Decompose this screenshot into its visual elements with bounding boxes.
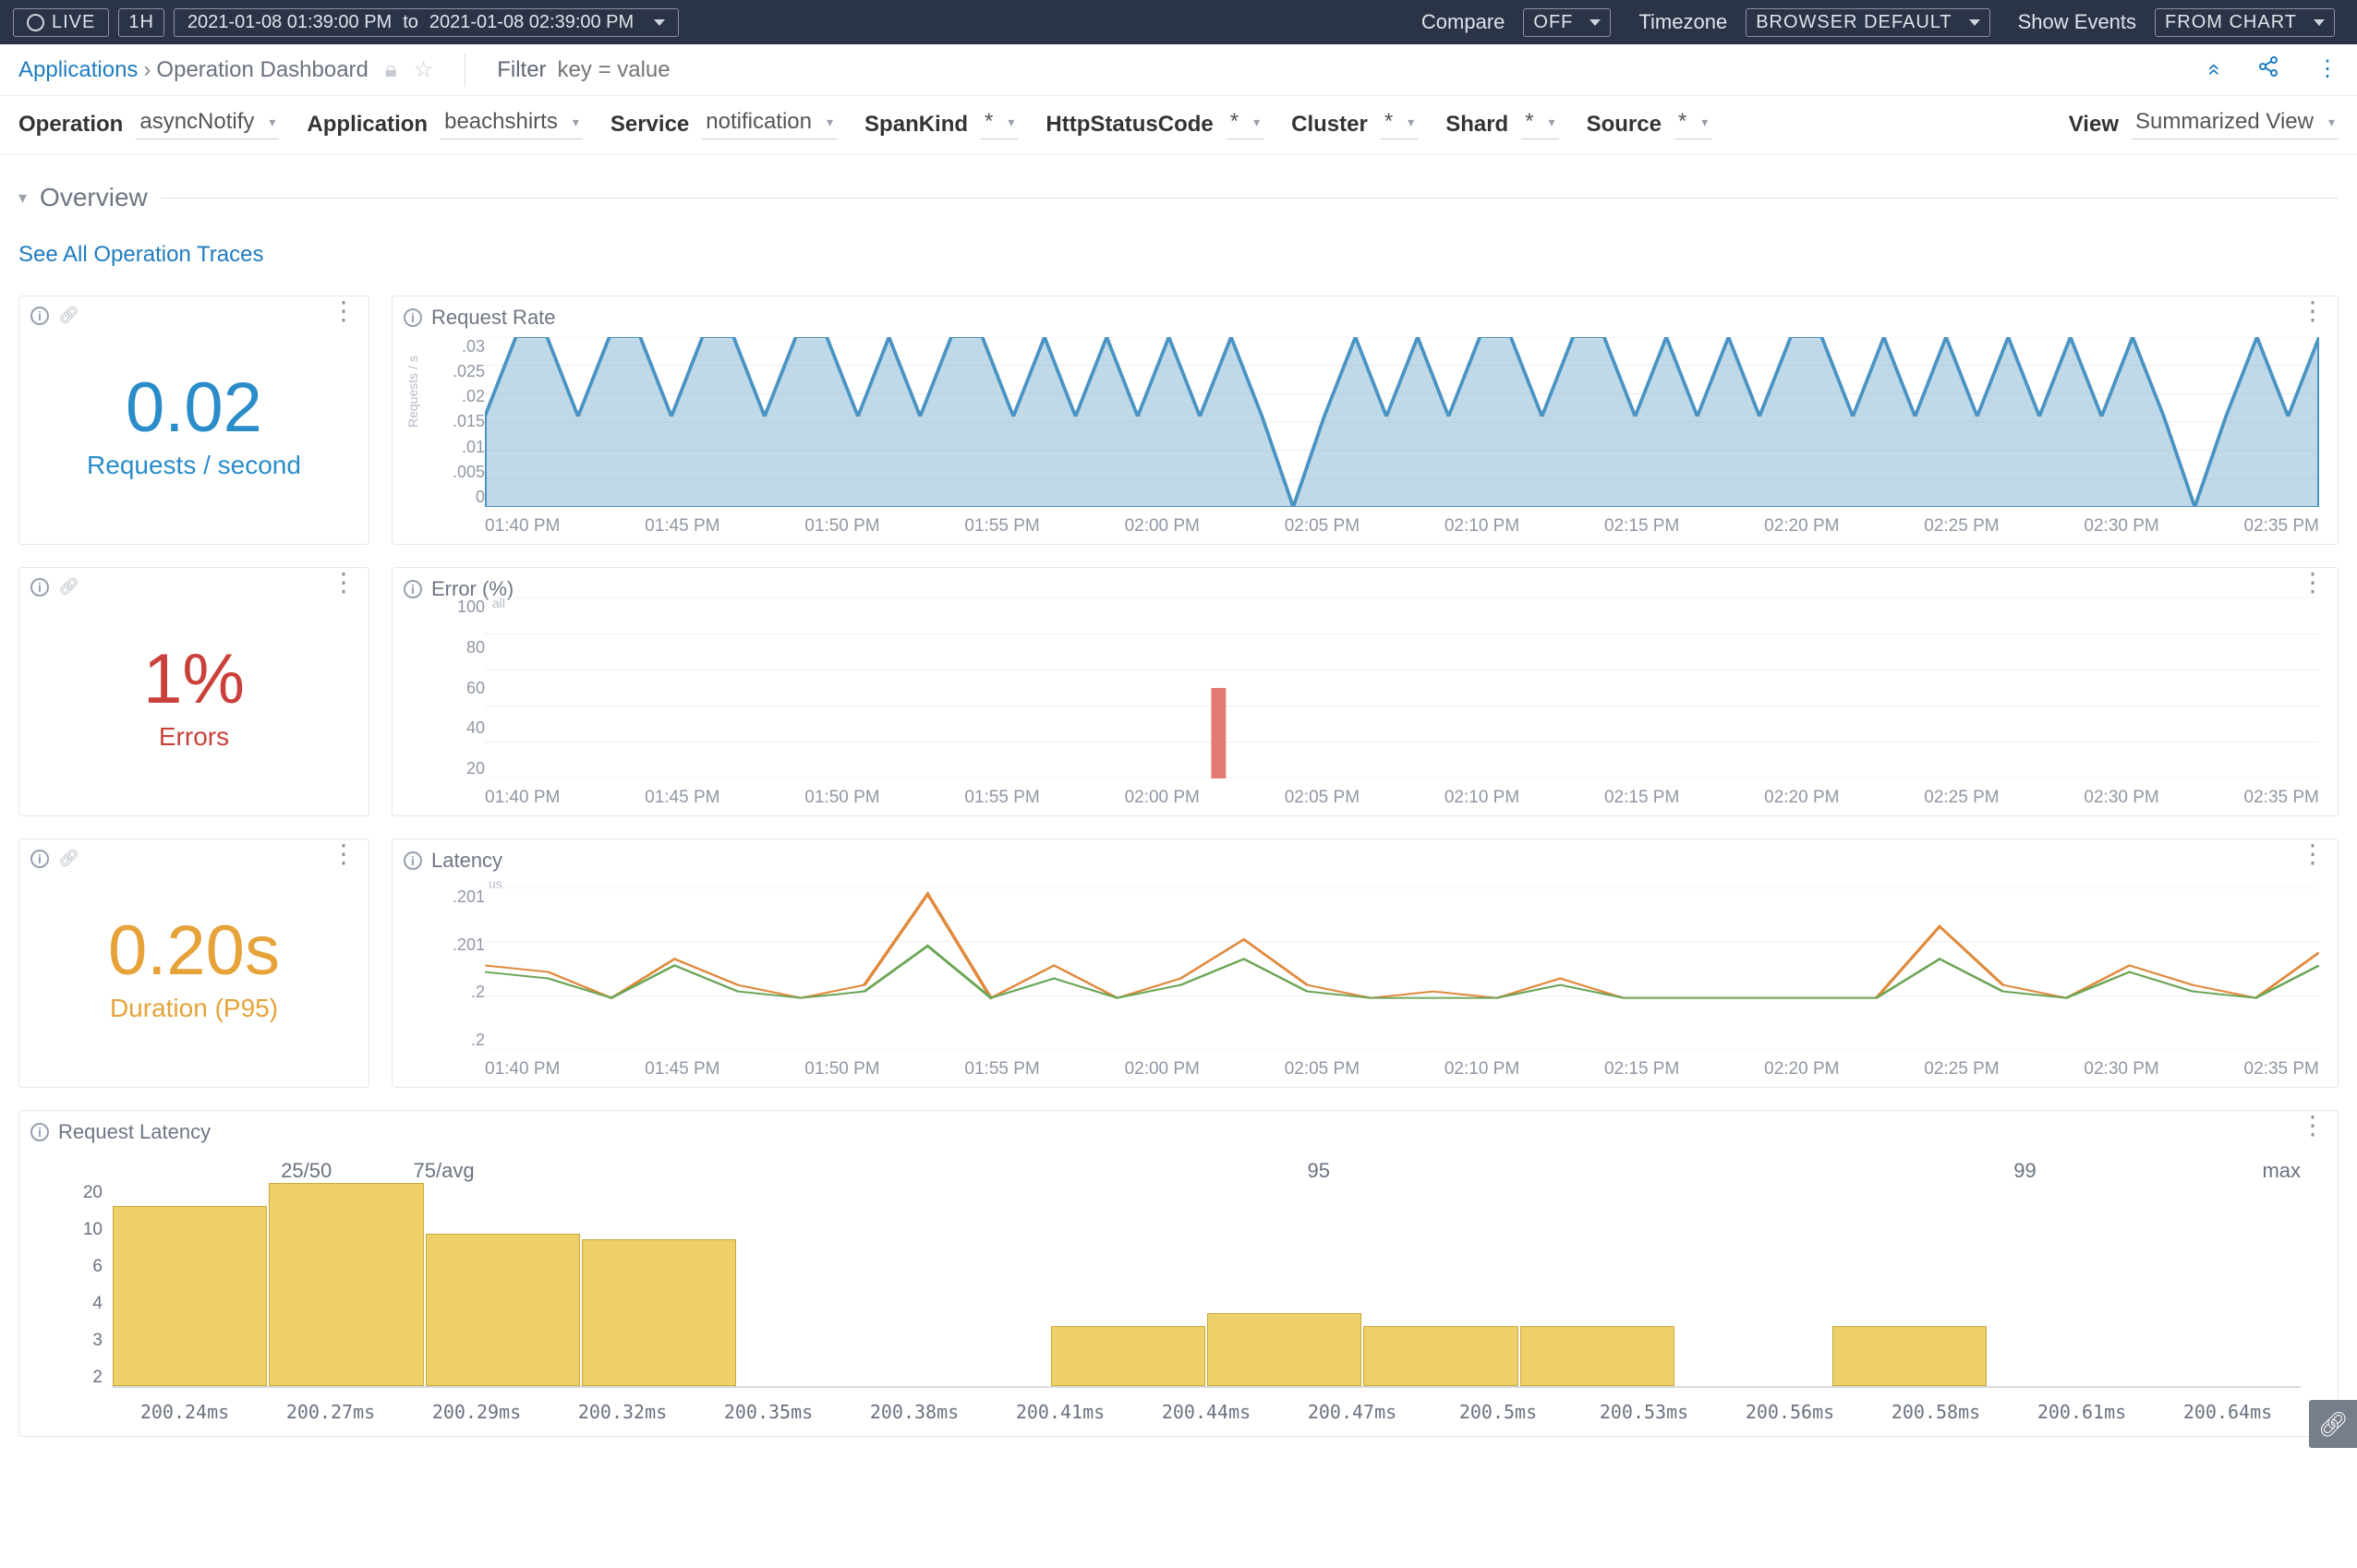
info-icon[interactable]: i: [30, 850, 49, 868]
card-menu-icon[interactable]: ⋮: [331, 306, 356, 317]
sel-operation[interactable]: OperationasyncNotify▾: [18, 109, 279, 139]
share-icon[interactable]: [2257, 55, 2279, 84]
card-menu-icon[interactable]: ⋮: [2300, 849, 2325, 860]
range-select[interactable]: 1H: [118, 8, 164, 37]
info-icon[interactable]: i: [30, 307, 49, 325]
filter-input[interactable]: [558, 57, 927, 83]
card-menu-icon[interactable]: ⋮: [331, 849, 356, 860]
histogram-bars: [112, 1183, 2301, 1388]
chevron-down-icon: ▾: [1253, 115, 1260, 130]
timezone-label: Timezone: [1638, 10, 1727, 34]
breadcrumb-applications[interactable]: Applications: [18, 57, 138, 83]
info-icon[interactable]: i: [404, 851, 422, 870]
stat-requests: i 🔗︎ ⋮ 0.02 Requests / second: [18, 296, 369, 545]
info-icon[interactable]: i: [404, 308, 422, 327]
chart-canvas: [485, 597, 2319, 778]
y-axis-label: Requests / s: [405, 356, 420, 428]
events-label: Show Events: [2018, 10, 2136, 34]
info-icon[interactable]: i: [404, 580, 422, 598]
stat-latency-label: Duration (P95): [110, 994, 278, 1023]
chevron-down-icon: ▾: [1549, 115, 1555, 130]
sel-application[interactable]: Applicationbeachshirts▾: [307, 109, 582, 139]
chart-canvas: [485, 337, 2319, 507]
x-axis: 01:40 PM01:45 PM01:50 PM01:55 PM02:00 PM…: [485, 788, 2319, 808]
filter-label: Filter: [497, 57, 546, 83]
sel-source[interactable]: Source*▾: [1587, 109, 1712, 139]
record-icon: [27, 14, 44, 31]
time-range-picker[interactable]: 2021-01-08 01:39:00 PM to 2021-01-08 02:…: [174, 8, 679, 37]
x-axis: 01:40 PM01:45 PM01:50 PM01:55 PM02:00 PM…: [485, 1059, 2319, 1080]
lock-icon: 🔒︎: [385, 57, 397, 83]
star-icon[interactable]: ☆: [414, 56, 434, 83]
time-from: 2021-01-08 01:39:00 PM: [187, 12, 392, 33]
section-title: Overview: [40, 183, 148, 212]
link-icon[interactable]: 🔗︎: [58, 306, 79, 325]
chevron-down-icon: ▾: [1008, 115, 1014, 130]
stat-latency-value: 0.20s: [108, 916, 280, 986]
y-axis: .03.025.02.015.01.0050: [433, 337, 485, 507]
section-overview: ▾ Overview: [0, 155, 2357, 220]
sel-view[interactable]: ViewSummarized View▾: [2069, 109, 2339, 139]
y-axis: 10080604020: [433, 597, 485, 778]
chart-title: Request Rate: [431, 306, 556, 330]
breadcrumb-page: Operation Dashboard: [156, 57, 368, 83]
link-icon[interactable]: 🔗︎: [58, 849, 79, 868]
collapse-up-icon[interactable]: »: [2200, 64, 2229, 76]
chart-errors: iError (%) ⋮ all 10080604020 01:40 PM01:…: [392, 567, 2339, 816]
time-to-word: to: [403, 12, 418, 33]
more-menu-icon[interactable]: ⋮: [2316, 55, 2339, 84]
compare-select[interactable]: OFF: [1523, 8, 1611, 37]
stat-latency: i 🔗︎ ⋮ 0.20s Duration (P95): [18, 838, 369, 1088]
link-icon[interactable]: 🔗︎: [58, 577, 79, 597]
sel-cluster[interactable]: Cluster*▾: [1291, 109, 1418, 139]
see-all-traces-link[interactable]: See All Operation Traces: [0, 220, 2357, 296]
sel-shard[interactable]: Shard*▾: [1445, 109, 1558, 139]
breadcrumb-row: Applications › Operation Dashboard 🔒︎ ☆ …: [0, 44, 2357, 96]
stat-errors-value: 1%: [143, 645, 245, 715]
chart-title: Request Latency: [58, 1120, 211, 1144]
x-axis: 01:40 PM01:45 PM01:50 PM01:55 PM02:00 PM…: [485, 516, 2319, 537]
chevron-down-icon: ▾: [573, 115, 579, 130]
time-to: 2021-01-08 02:39:00 PM: [429, 12, 634, 33]
card-menu-icon[interactable]: ⋮: [331, 577, 356, 588]
stat-errors: i 🔗︎ ⋮ 1% Errors: [18, 567, 369, 816]
y-axis: .201.201.2.2: [433, 887, 485, 1050]
chevron-down-icon: ▾: [1701, 115, 1708, 130]
card-menu-icon[interactable]: ⋮: [2300, 306, 2325, 317]
collapse-icon[interactable]: ▾: [18, 188, 27, 208]
timezone-select[interactable]: BROWSER DEFAULT: [1746, 8, 1989, 37]
sel-spankind[interactable]: SpanKind*▾: [864, 109, 1018, 139]
events-select[interactable]: FROM CHART: [2155, 8, 2335, 37]
compare-label: Compare: [1421, 10, 1505, 34]
chevron-down-icon: ▾: [269, 115, 275, 130]
info-icon[interactable]: i: [30, 578, 49, 597]
chevron-down-icon: ▾: [827, 115, 833, 130]
chart-request-rate: i Request Rate ⋮ Requests / s .03.025.02.…: [392, 296, 2339, 545]
topbar: LIVE 1H 2021-01-08 01:39:00 PM to 2021-0…: [0, 0, 2357, 44]
card-menu-icon[interactable]: ⋮: [2300, 577, 2325, 588]
permalink-fab[interactable]: 🔗︎: [2309, 1400, 2357, 1448]
sel-service[interactable]: Servicenotification▾: [610, 109, 837, 139]
live-label: LIVE: [52, 12, 95, 33]
card-menu-icon[interactable]: ⋮: [2300, 1120, 2325, 1131]
chart-latency: iLatency ⋮ us .201.201.2.2 01:40 PM01:45…: [392, 838, 2339, 1088]
y-axis: 20106432: [47, 1183, 103, 1388]
info-icon[interactable]: i: [30, 1123, 49, 1141]
chevron-down-icon: ▾: [1408, 115, 1414, 130]
live-toggle[interactable]: LIVE: [13, 8, 109, 37]
x-axis: 200.24ms200.27ms200.29ms200.32ms200.35ms…: [112, 1401, 2301, 1423]
chart-title: Latency: [431, 849, 502, 873]
range-value: 1H: [128, 12, 154, 33]
chart-request-latency-hist: iRequest Latency ⋮ 25/50 75/avg 95 99 ma…: [18, 1110, 2339, 1437]
sel-httpstatuscode[interactable]: HttpStatusCode*▾: [1046, 109, 1263, 139]
chevron-down-icon: ▾: [2328, 115, 2335, 130]
stat-errors-label: Errors: [159, 722, 229, 752]
stat-requests-label: Requests / second: [87, 451, 301, 480]
stat-requests-value: 0.02: [126, 373, 262, 443]
breadcrumb-sep: ›: [143, 57, 151, 83]
selector-row: OperationasyncNotify▾ Applicationbeachsh…: [0, 96, 2357, 155]
chart-canvas: [485, 887, 2319, 1050]
